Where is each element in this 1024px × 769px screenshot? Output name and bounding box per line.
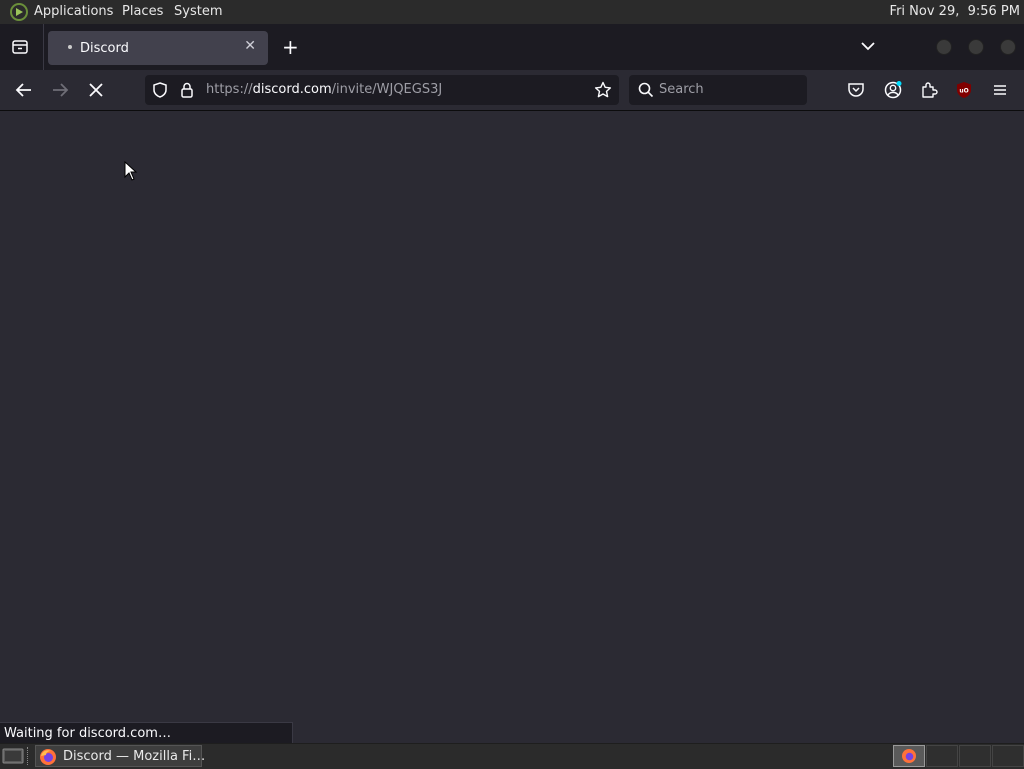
gnome-foot-icon[interactable]	[9, 3, 29, 21]
workspace-1[interactable]	[893, 745, 925, 767]
taskbar-window-firefox[interactable]: Discord — Mozilla Fi…	[35, 745, 206, 767]
tab-close-icon[interactable]: ✕	[244, 38, 256, 54]
search-bar[interactable]: Search	[629, 75, 807, 105]
forward-button[interactable]	[51, 81, 69, 99]
close-window-button[interactable]	[1000, 39, 1016, 55]
workspace-2[interactable]	[926, 745, 958, 767]
stop-button[interactable]	[87, 81, 105, 99]
url-scheme: https://	[206, 82, 253, 97]
star-icon[interactable]	[594, 81, 612, 99]
minimize-button[interactable]	[936, 39, 952, 55]
firefox-mini-icon	[901, 748, 917, 764]
workspace-3[interactable]	[959, 745, 991, 767]
search-icon	[638, 82, 654, 98]
tab-discord[interactable]: Discord ✕	[48, 31, 268, 65]
new-tab-button[interactable]: +	[282, 35, 299, 59]
taskbar-separator	[27, 747, 29, 765]
tab-list-icon[interactable]	[11, 39, 29, 55]
search-placeholder: Search	[659, 82, 704, 97]
url-text[interactable]: https://discord.com/invite/WJQEGS3J	[206, 82, 442, 97]
firefox-icon	[39, 748, 57, 766]
lock-icon[interactable]	[180, 82, 194, 98]
tracking-shield-icon[interactable]	[152, 82, 168, 98]
account-icon[interactable]	[883, 80, 903, 100]
chevron-down-icon[interactable]	[859, 39, 877, 53]
tab-title: Discord	[80, 41, 129, 56]
ublock-origin-icon[interactable]: uO	[955, 81, 973, 99]
svg-text:uO: uO	[959, 88, 968, 95]
menu-applications[interactable]: Applications	[34, 4, 113, 19]
status-text: Waiting for discord.com…	[4, 726, 171, 741]
workspace-4[interactable]	[992, 745, 1024, 767]
pocket-icon[interactable]	[847, 81, 865, 99]
menu-system[interactable]: System	[174, 4, 222, 19]
loading-dot-icon	[68, 45, 72, 49]
page-content[interactable]	[0, 111, 1024, 743]
url-host: discord.com	[252, 82, 332, 97]
status-panel: Waiting for discord.com…	[0, 722, 293, 745]
url-bar[interactable]: https://discord.com/invite/WJQEGS3J	[145, 75, 619, 105]
show-desktop-icon[interactable]	[2, 746, 24, 766]
clock[interactable]: Fri Nov 29, 9:56 PM	[890, 4, 1020, 19]
url-path: /invite/WJQEGS3J	[331, 82, 443, 97]
mouse-pointer-icon	[124, 161, 138, 181]
hamburger-icon[interactable]	[991, 81, 1009, 99]
tab-divider	[43, 24, 44, 70]
puzzle-icon[interactable]	[920, 81, 938, 99]
back-button[interactable]	[15, 81, 33, 99]
menu-places[interactable]: Places	[122, 4, 163, 19]
maximize-button[interactable]	[968, 39, 984, 55]
taskbar-window-label: Discord — Mozilla Fi…	[63, 749, 206, 764]
